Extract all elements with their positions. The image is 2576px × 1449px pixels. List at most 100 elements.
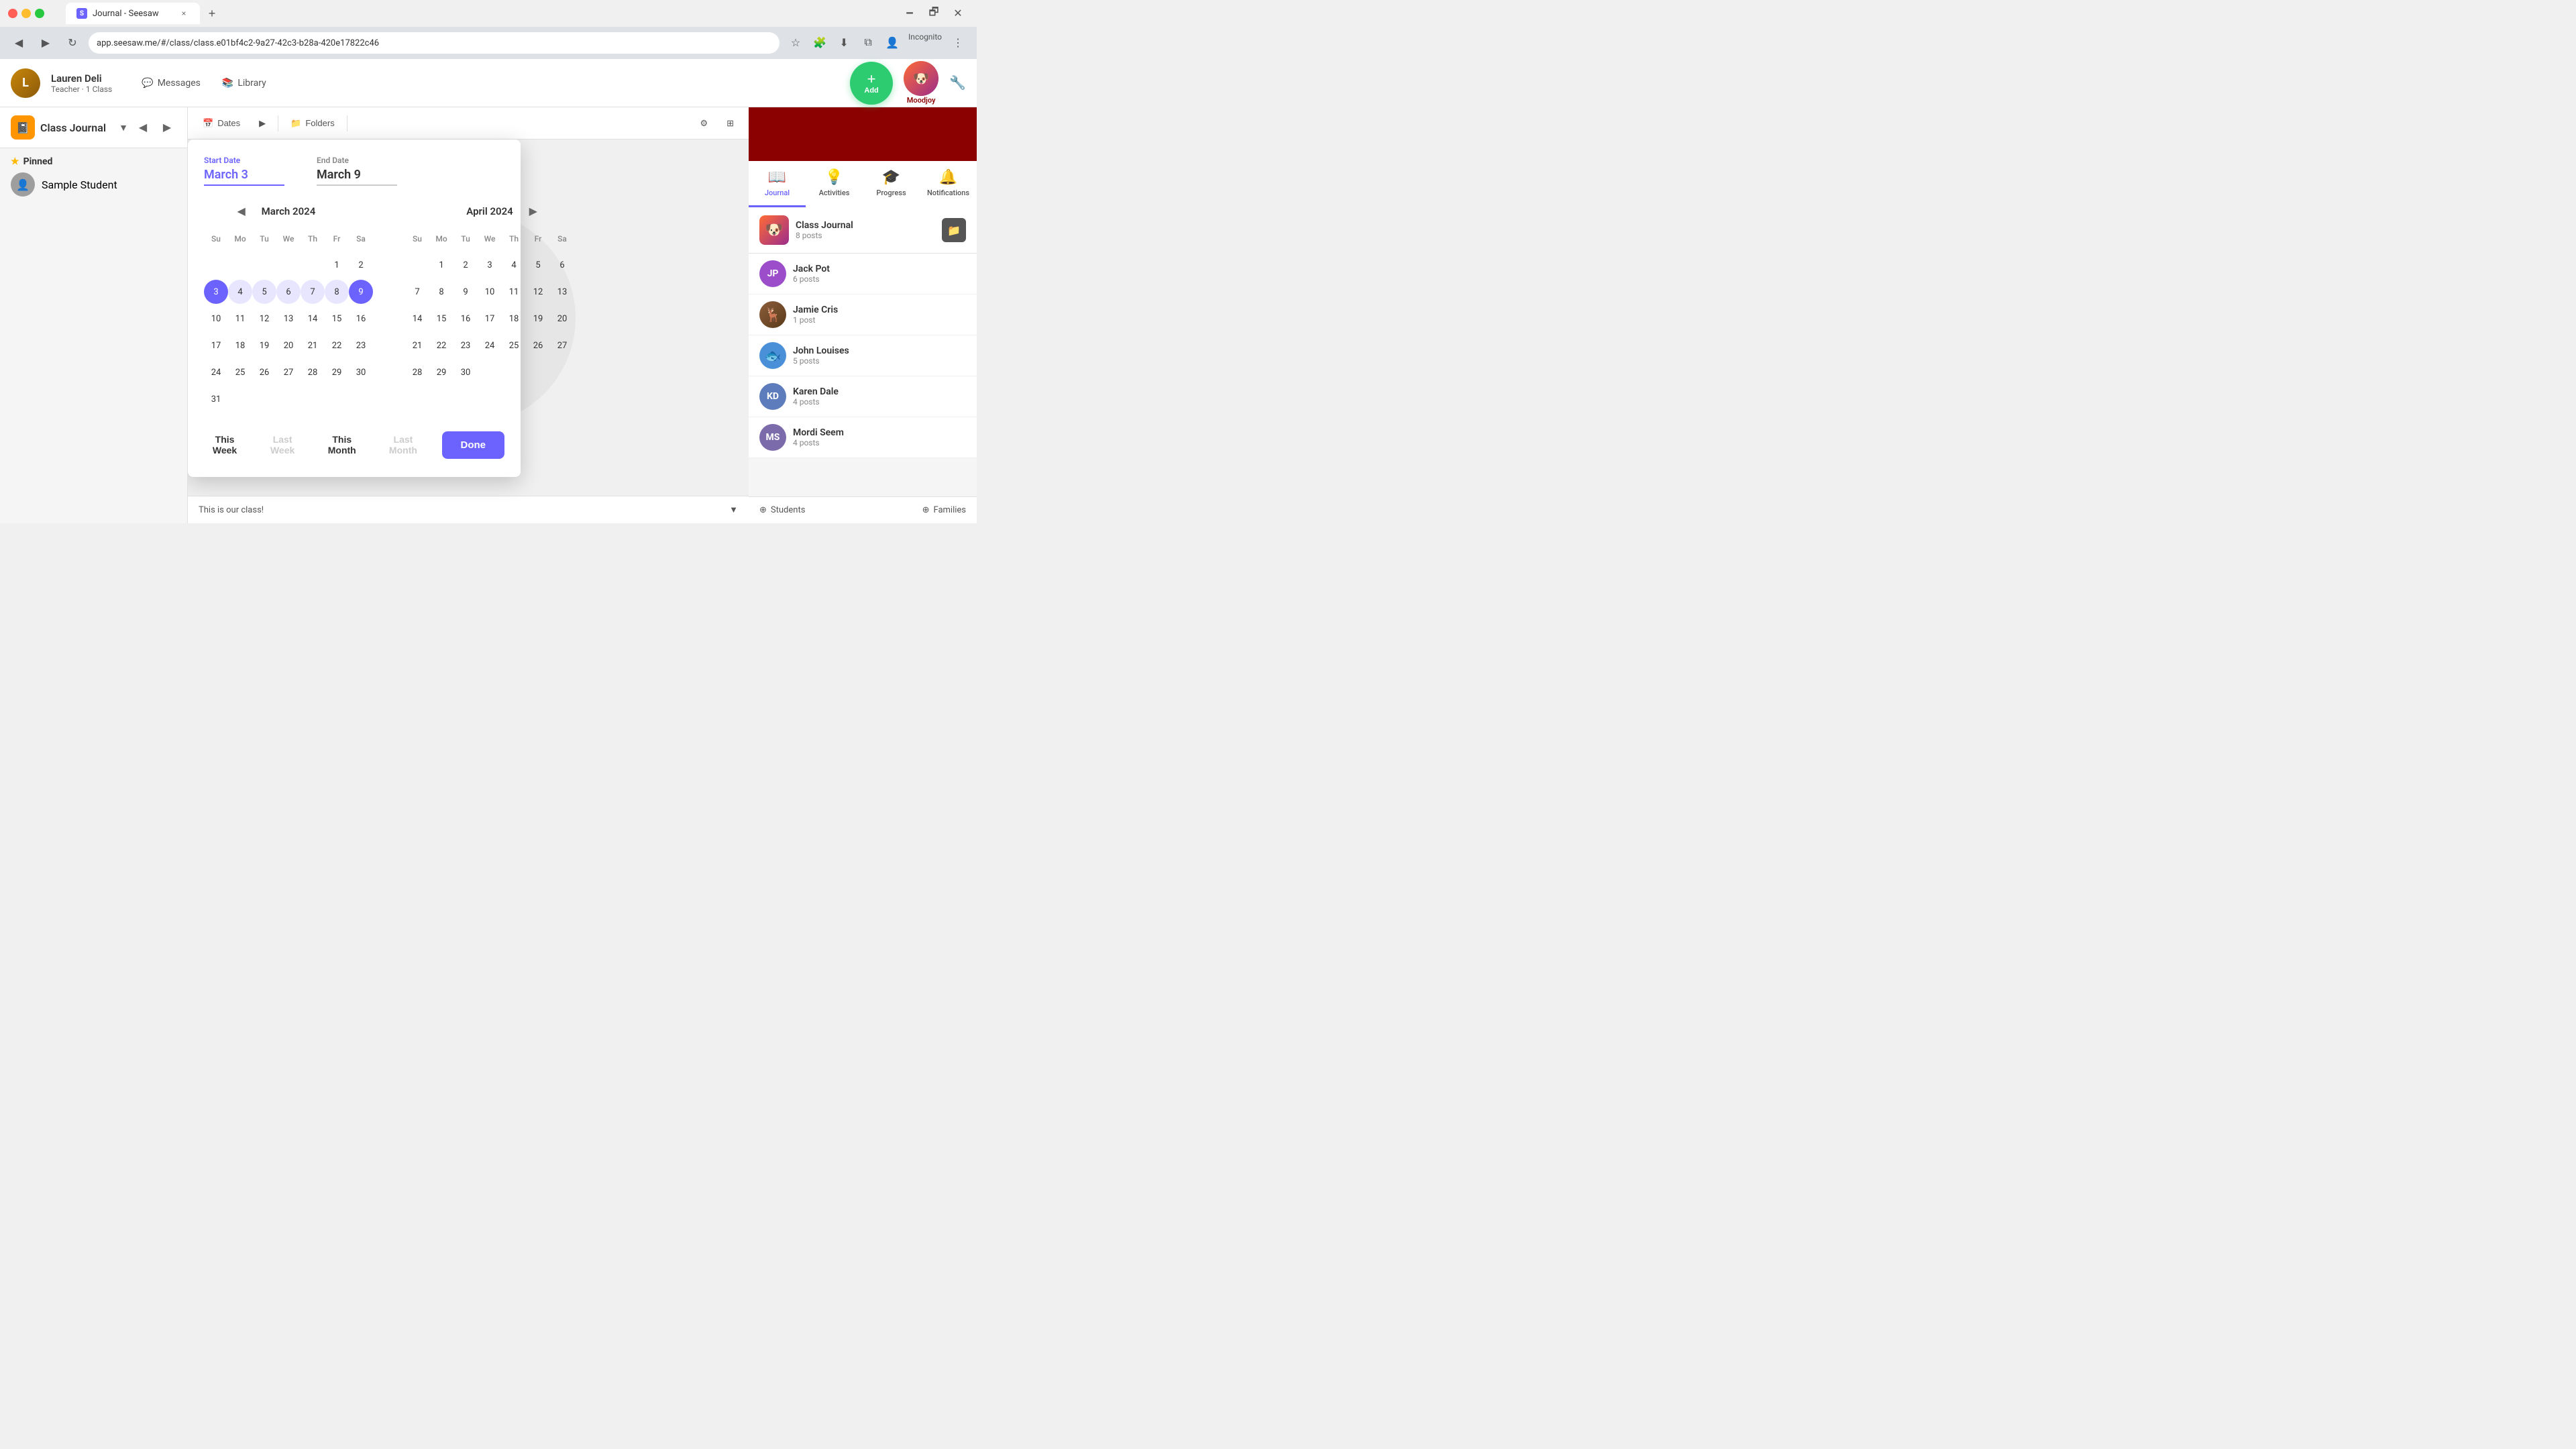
cal-day-9[interactable]: 9 bbox=[349, 280, 373, 304]
cal-day-22[interactable]: 22 bbox=[325, 333, 349, 358]
apr-cal-day-24[interactable]: 24 bbox=[478, 333, 502, 358]
sidebar-back-button[interactable]: ◀ bbox=[133, 118, 152, 137]
tab-progress[interactable]: 🎓 Progress bbox=[863, 161, 920, 207]
new-tab-button[interactable]: + bbox=[203, 4, 221, 23]
apr-cal-day-19[interactable]: 19 bbox=[526, 307, 550, 331]
cal-day-7[interactable]: 7 bbox=[301, 280, 325, 304]
active-tab[interactable]: S Journal - Seesaw × bbox=[66, 3, 200, 24]
apr-cal-day-1[interactable]: 1 bbox=[429, 253, 453, 277]
cal-day-13[interactable]: 13 bbox=[276, 307, 301, 331]
apr-cal-day-30[interactable]: 30 bbox=[453, 360, 478, 384]
apr-cal-day-3[interactable]: 3 bbox=[478, 253, 502, 277]
apr-cal-day-11[interactable]: 11 bbox=[502, 280, 526, 304]
cal-day-6[interactable]: 6 bbox=[276, 280, 301, 304]
pinned-student-item[interactable]: 👤 Sample Student bbox=[11, 167, 176, 202]
cal-day-24[interactable]: 24 bbox=[204, 360, 228, 384]
add-students-button[interactable]: ⊕ Students bbox=[759, 505, 805, 515]
cal-day-28[interactable]: 28 bbox=[301, 360, 325, 384]
last-month-button[interactable]: Last Month bbox=[380, 429, 425, 461]
address-bar[interactable]: app.seesaw.me/#/class/class.e01bf4c2-9a2… bbox=[89, 32, 780, 54]
apr-cal-day-6[interactable]: 6 bbox=[550, 253, 574, 277]
reload-button[interactable]: ↻ bbox=[62, 32, 83, 54]
cal-day-12[interactable]: 12 bbox=[252, 307, 276, 331]
cal-day-8[interactable]: 8 bbox=[325, 280, 349, 304]
apr-cal-day-13[interactable]: 13 bbox=[550, 280, 574, 304]
cal-day-10[interactable]: 10 bbox=[204, 307, 228, 331]
add-families-button[interactable]: ⊕ Families bbox=[922, 505, 966, 515]
messages-nav-item[interactable]: 💬 Messages bbox=[133, 72, 209, 94]
apr-cal-day-26[interactable]: 26 bbox=[526, 333, 550, 358]
cal-day-30[interactable]: 30 bbox=[349, 360, 373, 384]
end-date-value[interactable]: March 9 bbox=[317, 168, 397, 186]
fullscreen-button[interactable]: 🗗 bbox=[923, 3, 945, 24]
forward-button[interactable]: ▶ bbox=[35, 32, 56, 54]
apr-cal-day-18[interactable]: 18 bbox=[502, 307, 526, 331]
apr-cal-day-2[interactable]: 2 bbox=[453, 253, 478, 277]
apr-cal-day-25[interactable]: 25 bbox=[502, 333, 526, 358]
cal-day-29[interactable]: 29 bbox=[325, 360, 349, 384]
cal-day-16[interactable]: 16 bbox=[349, 307, 373, 331]
sidebar-forward-button[interactable]: ▶ bbox=[158, 118, 176, 137]
cal-day-18[interactable]: 18 bbox=[228, 333, 252, 358]
apr-cal-day-23[interactable]: 23 bbox=[453, 333, 478, 358]
apr-cal-day-17[interactable]: 17 bbox=[478, 307, 502, 331]
dates-button[interactable]: 📅 Dates bbox=[196, 114, 247, 133]
apr-cal-day-27[interactable]: 27 bbox=[550, 333, 574, 358]
class-journal-item[interactable]: 🐶 Class Journal 8 posts 📁 bbox=[749, 207, 977, 254]
tab-journal[interactable]: 📖 Journal bbox=[749, 161, 806, 207]
apr-cal-day-8[interactable]: 8 bbox=[429, 280, 453, 304]
back-button[interactable]: ◀ bbox=[8, 32, 30, 54]
this-month-button[interactable]: This Month bbox=[319, 429, 364, 461]
apr-cal-day-21[interactable]: 21 bbox=[405, 333, 429, 358]
moodjoy-avatar[interactable]: 🐶 bbox=[904, 61, 938, 96]
apr-cal-day-9[interactable]: 9 bbox=[453, 280, 478, 304]
arrow-forward-button[interactable]: ▶ bbox=[252, 114, 272, 133]
sidebar-dropdown-chevron[interactable]: ▼ bbox=[119, 122, 128, 133]
apr-cal-day-22[interactable]: 22 bbox=[429, 333, 453, 358]
cal-day-31[interactable]: 31 bbox=[204, 387, 228, 411]
add-button[interactable]: + Add bbox=[850, 62, 893, 105]
cal-day-14[interactable]: 14 bbox=[301, 307, 325, 331]
download-button[interactable]: ⬇ bbox=[833, 32, 855, 54]
apr-cal-day-4[interactable]: 4 bbox=[502, 253, 526, 277]
cal-day-5[interactable]: 5 bbox=[252, 280, 276, 304]
cal-day-26[interactable]: 26 bbox=[252, 360, 276, 384]
tab-notifications[interactable]: 🔔 Notifications bbox=[920, 161, 977, 207]
menu-button[interactable]: ⋮ bbox=[947, 32, 969, 54]
last-week-button[interactable]: Last Week bbox=[262, 429, 303, 461]
apr-cal-day-14[interactable]: 14 bbox=[405, 307, 429, 331]
cal-day-17[interactable]: 17 bbox=[204, 333, 228, 358]
restore-button[interactable]: 🗕 bbox=[899, 3, 920, 24]
cal-day-2[interactable]: 2 bbox=[349, 253, 373, 277]
cal-day-23[interactable]: 23 bbox=[349, 333, 373, 358]
chevron-down-icon[interactable]: ▼ bbox=[729, 504, 738, 515]
april-next-button[interactable]: ▶ bbox=[524, 202, 543, 221]
march-prev-button[interactable]: ◀ bbox=[232, 202, 251, 221]
apr-cal-day-28[interactable]: 28 bbox=[405, 360, 429, 384]
apr-cal-day-7[interactable]: 7 bbox=[405, 280, 429, 304]
tab-activities[interactable]: 💡 Activities bbox=[806, 161, 863, 207]
this-week-button[interactable]: This Week bbox=[204, 429, 246, 461]
apr-cal-day-29[interactable]: 29 bbox=[429, 360, 453, 384]
split-button[interactable]: ⧉ bbox=[857, 32, 879, 54]
cal-day-11[interactable]: 11 bbox=[228, 307, 252, 331]
student-list-item[interactable]: KD Karen Dale 4 posts bbox=[749, 376, 977, 417]
cal-day-20[interactable]: 20 bbox=[276, 333, 301, 358]
extensions-button[interactable]: 🧩 bbox=[809, 32, 830, 54]
cal-day-1[interactable]: 1 bbox=[325, 253, 349, 277]
student-list-item[interactable]: 🐟 John Louises 5 posts bbox=[749, 335, 977, 376]
profile-button[interactable]: 👤 bbox=[881, 32, 903, 54]
apr-cal-day-15[interactable]: 15 bbox=[429, 307, 453, 331]
cal-day-15[interactable]: 15 bbox=[325, 307, 349, 331]
apr-cal-day-20[interactable]: 20 bbox=[550, 307, 574, 331]
cal-day-4[interactable]: 4 bbox=[228, 280, 252, 304]
filter-button[interactable]: ⚙ bbox=[693, 114, 714, 133]
apr-cal-day-5[interactable]: 5 bbox=[526, 253, 550, 277]
maximize-button[interactable] bbox=[35, 9, 44, 18]
view-toggle-button[interactable]: ⊞ bbox=[720, 114, 741, 133]
folders-button[interactable]: 📁 Folders bbox=[284, 114, 341, 133]
apr-cal-day-16[interactable]: 16 bbox=[453, 307, 478, 331]
settings-button[interactable]: 🔧 bbox=[949, 74, 966, 91]
apr-cal-day-12[interactable]: 12 bbox=[526, 280, 550, 304]
student-list-item[interactable]: 🦌 Jamie Cris 1 post bbox=[749, 294, 977, 335]
